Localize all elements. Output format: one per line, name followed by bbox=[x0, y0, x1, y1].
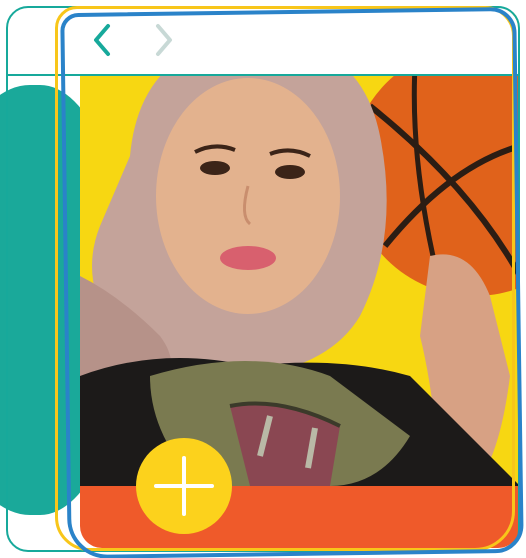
previous-button[interactable] bbox=[88, 22, 118, 58]
add-button[interactable] bbox=[136, 438, 232, 534]
chevron-right-icon bbox=[156, 24, 172, 56]
card-viewer bbox=[0, 0, 526, 558]
chevron-left-icon bbox=[94, 24, 110, 56]
blue-frame-stroke bbox=[60, 6, 524, 558]
next-button[interactable] bbox=[148, 22, 178, 58]
